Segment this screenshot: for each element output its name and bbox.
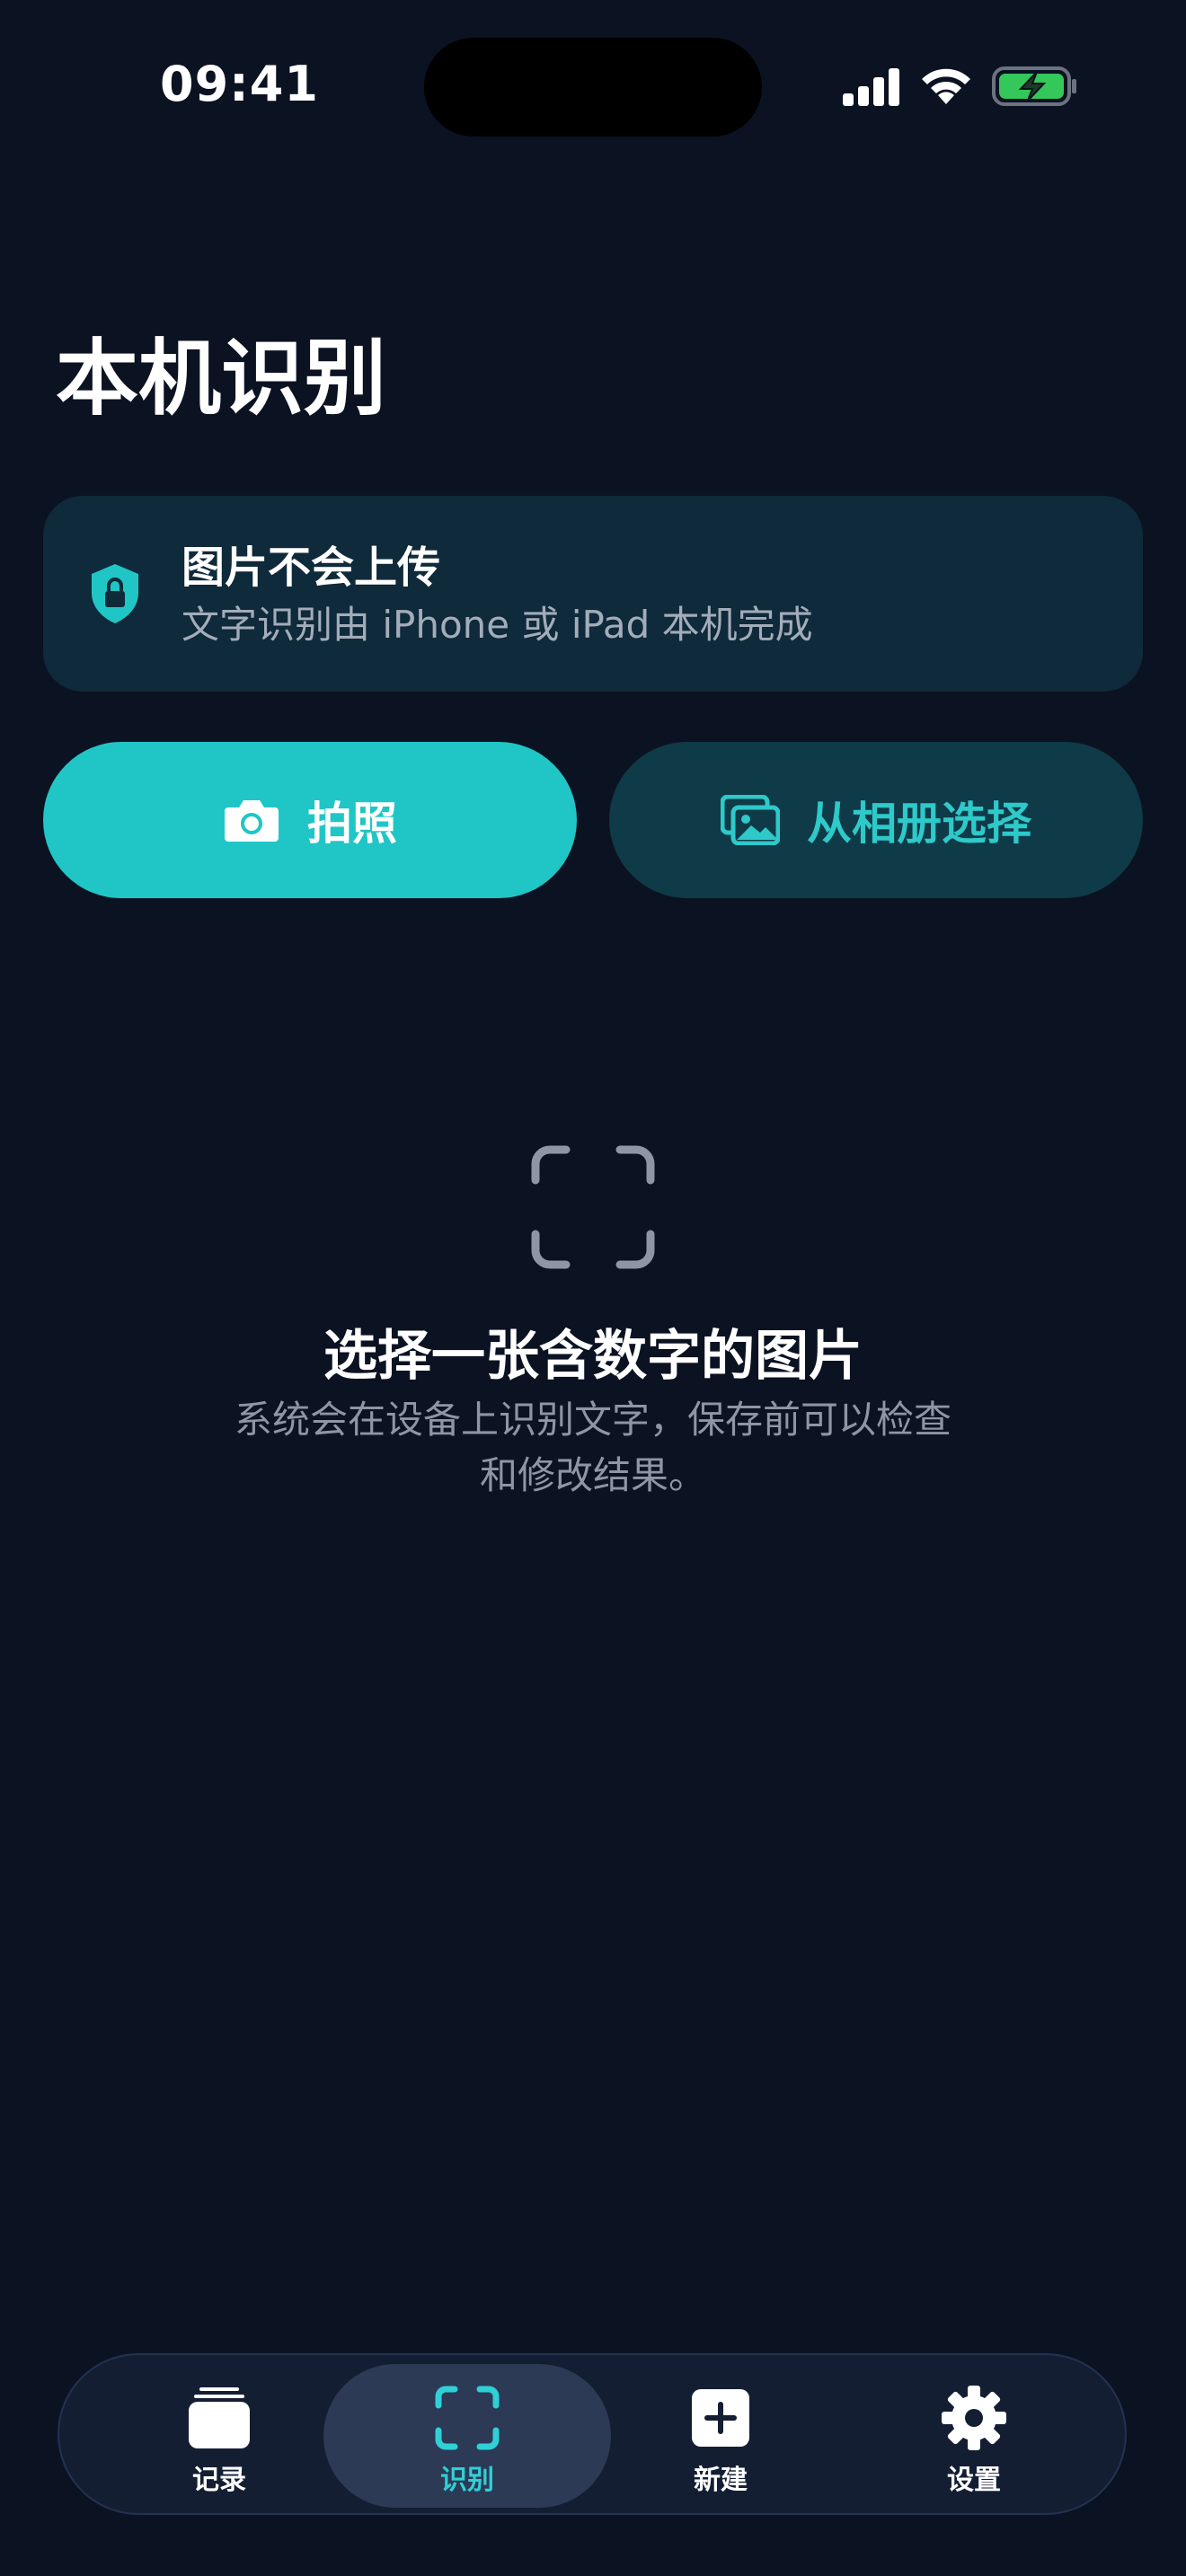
battery-charging-icon [992, 66, 1076, 106]
cellular-signal-icon [843, 68, 899, 106]
choose-from-album-button[interactable]: 从相册选择 [609, 742, 1143, 898]
shield-lock-icon [92, 564, 138, 623]
scan-icon [435, 2386, 500, 2450]
scan-frame-icon [531, 1145, 655, 1269]
status-time: 09:41 [160, 56, 319, 112]
photo-library-icon [721, 795, 780, 845]
tab-settings[interactable]: 设置 [830, 2364, 1118, 2508]
camera-icon [225, 800, 279, 842]
take-photo-label: 拍照 [307, 798, 397, 850]
privacy-card: 图片不会上传 文字识别由 iPhone 或 iPad 本机完成 [43, 496, 1143, 692]
plus-square-icon [692, 2389, 749, 2447]
wifi-icon [922, 68, 970, 104]
records-stack-icon [189, 2387, 250, 2448]
tab-records[interactable]: 记录 [75, 2364, 363, 2508]
empty-state-description: 系统会在设备上识别文字，保存前可以检查和修改结果。 [234, 1398, 951, 1497]
take-photo-button[interactable]: 拍照 [43, 742, 577, 898]
dynamic-island [424, 38, 762, 137]
tab-records-label: 记录 [192, 2465, 246, 2496]
privacy-description: 文字识别由 iPhone 或 iPad 本机完成 [181, 603, 813, 647]
tab-settings-label: 设置 [947, 2465, 1001, 2496]
tab-new[interactable]: 新建 [577, 2364, 864, 2508]
screen: 09:41 本机识别 图片不会上传 文字识别由 iPhone 或 iPad 本机… [0, 0, 1186, 2576]
tab-bar: 记录 识别 新建 设置 [58, 2353, 1127, 2515]
page-title: 本机识别 [56, 331, 387, 427]
privacy-title: 图片不会上传 [181, 543, 441, 593]
empty-state-title: 选择一张含数字的图片 [323, 1325, 863, 1388]
tab-recognize[interactable]: 识别 [323, 2364, 611, 2508]
choose-from-album-label: 从相册选择 [807, 798, 1031, 850]
gear-icon [942, 2386, 1006, 2450]
tab-new-label: 新建 [694, 2465, 748, 2496]
tab-recognize-label: 识别 [440, 2465, 494, 2496]
